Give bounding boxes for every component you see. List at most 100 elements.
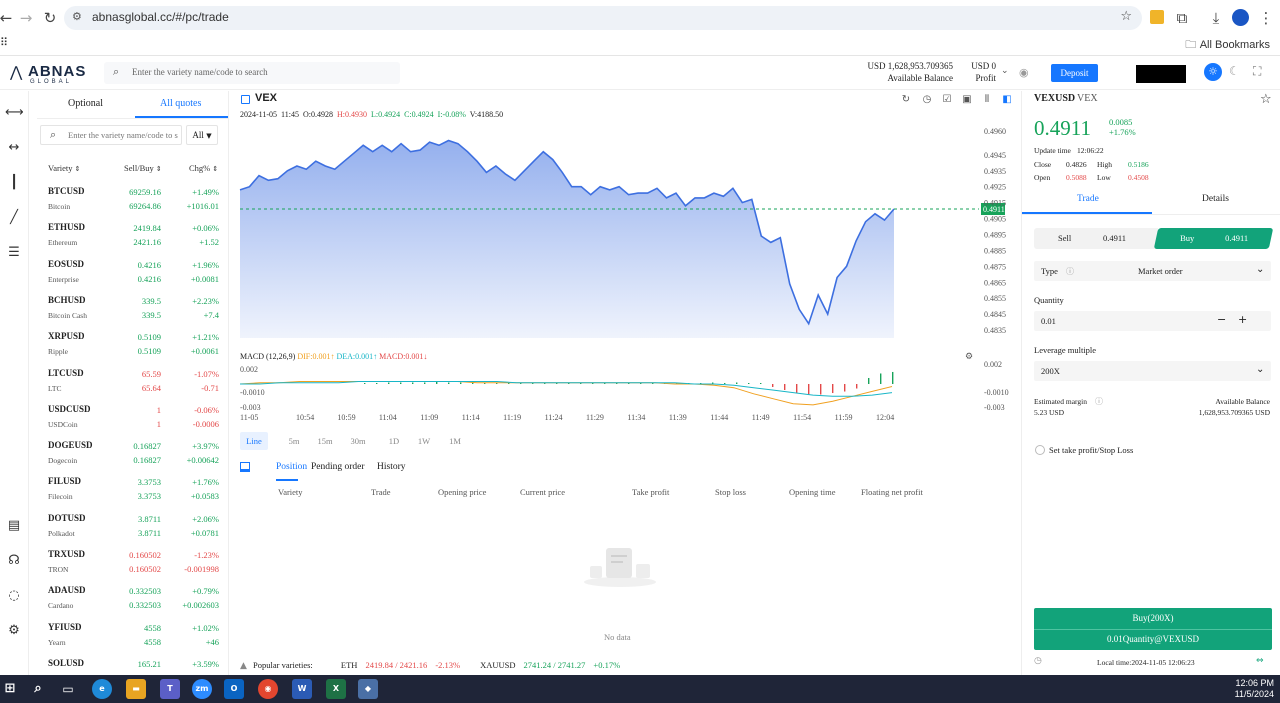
extension-icon[interactable]: [1150, 10, 1164, 24]
quote-filter-select[interactable]: All ▼: [186, 125, 218, 145]
news-icon[interactable]: ▤: [5, 517, 23, 535]
leverage-select[interactable]: 200X ⌄: [1034, 361, 1271, 381]
reload-icon[interactable]: ↻: [40, 8, 60, 28]
interval-30m[interactable]: 30m: [344, 432, 372, 450]
interval-1m[interactable]: 1M: [441, 432, 469, 450]
quote-pct: +1.96%: [192, 259, 219, 270]
account-box[interactable]: [1136, 65, 1186, 83]
all-bookmarks[interactable]: 🗀 All Bookmarks: [1185, 36, 1270, 55]
interval-5m[interactable]: 5m: [280, 432, 308, 450]
price-chart[interactable]: 0.49110.49600.49450.49350.49250.49150.49…: [234, 91, 1021, 431]
interval-1d[interactable]: 1D: [380, 432, 408, 450]
quote-row[interactable]: YFIUSD Yearn 4558 4558 +1.02% +46: [37, 619, 228, 655]
file-explorer-icon[interactable]: ▬: [126, 679, 146, 699]
settings-icon[interactable]: ⚙: [5, 622, 23, 640]
quote-sell: 0.160502: [129, 550, 161, 560]
popular-item[interactable]: XAUUSD 2741.24 / 2741.27 +0.17%: [480, 660, 620, 670]
site-info-icon[interactable]: ⚙: [72, 10, 82, 23]
tab-trade[interactable]: Trade: [1077, 194, 1099, 204]
apps-icon[interactable]: ⠿: [0, 36, 8, 49]
buy-toggle-button[interactable]: Buy 0.4911: [1153, 228, 1274, 249]
back-icon[interactable]: ←: [0, 8, 16, 28]
quote-name: Dogecoin: [48, 456, 78, 466]
quote-search-input[interactable]: ⌕ Enter the variety name/code to s: [40, 125, 182, 145]
quote-row[interactable]: XRPUSD Ripple 0.5109 0.5109 +1.21% +0.0061: [37, 328, 228, 364]
logo[interactable]: ⋀ ABNAS GLOBAL: [10, 63, 86, 85]
tpsl-checkbox[interactable]: [1035, 445, 1045, 455]
header-search-input[interactable]: ⌕ Enter the variety name/code to search: [104, 62, 400, 84]
popular-item[interactable]: ETH 2419.84 / 2421.16 -2.13%: [341, 660, 460, 670]
plus-icon[interactable]: +: [1238, 313, 1247, 326]
quote-row[interactable]: BTCUSD Bitcoin 69259.16 69264.86 +1.49% +1016…: [37, 183, 228, 219]
fullscreen-icon[interactable]: ⛶: [1253, 64, 1261, 79]
excel-icon[interactable]: X: [326, 679, 346, 699]
profile-avatar[interactable]: [1232, 9, 1249, 26]
col-chg[interactable]: Chg% ⇕: [189, 163, 218, 173]
link-icon[interactable]: ⇔: [1256, 656, 1264, 666]
sun-icon[interactable]: ☼: [1204, 63, 1222, 81]
quote-row[interactable]: USDCUSD USDCoin 1 1 -0.06% -0.0006: [37, 401, 228, 437]
horizontal-line-tool-icon[interactable]: ⟷: [5, 104, 24, 122]
quote-row[interactable]: DOTUSD Polkadot 3.8711 3.8711 +2.06% +0.0781: [37, 510, 228, 546]
chevron-down-icon[interactable]: ⌄: [1001, 66, 1009, 76]
tab-details[interactable]: Details: [1202, 194, 1229, 204]
quote-row[interactable]: FILUSD Filecoin 3.3753 3.3753 +1.76% +0.0583: [37, 473, 228, 509]
ray-tool-icon[interactable]: ↔: [5, 139, 23, 157]
quote-sell: 0.4216: [137, 259, 161, 270]
minus-icon[interactable]: −: [1217, 313, 1226, 326]
eye-icon[interactable]: ◉: [1019, 66, 1029, 79]
quote-row[interactable]: ETHUSD Ethereum 2419.84 2421.16 +0.06% +1.52: [37, 219, 228, 255]
moon-icon[interactable]: ☾: [1229, 64, 1240, 78]
tab-all-quotes[interactable]: All quotes: [160, 98, 201, 109]
address-bar[interactable]: ⚙ abnasglobal.cc/#/pc/trade ☆: [64, 6, 1142, 30]
tab-optional[interactable]: Optional: [68, 98, 103, 109]
position-tab[interactable]: Pending order: [311, 462, 365, 472]
headset-icon[interactable]: ☊: [5, 552, 23, 570]
menu-icon[interactable]: ⋮: [1256, 8, 1276, 28]
windows-start-icon[interactable]: ⊞: [0, 679, 20, 699]
quote-row[interactable]: DOGEUSD Dogecoin 0.16827 0.16827 +3.97% +0.00…: [37, 437, 228, 473]
app-icon[interactable]: ◆: [358, 679, 378, 699]
macd-settings-icon[interactable]: ⚙: [965, 352, 973, 362]
col-variety[interactable]: Variety ⇕: [48, 163, 81, 173]
quote-row[interactable]: SOLUSD 165.21 +3.59%: [37, 655, 228, 675]
edge-icon[interactable]: e: [92, 679, 112, 699]
interval-15m[interactable]: 15m: [311, 432, 339, 450]
deposit-button[interactable]: Deposit: [1051, 64, 1098, 82]
interval-1w[interactable]: 1W: [410, 432, 438, 450]
macd-bar: [424, 382, 426, 384]
download-icon[interactable]: ⤓: [1206, 8, 1226, 28]
search-icon[interactable]: ⌕: [28, 679, 48, 699]
col-sell-buy[interactable]: Sell/Buy ⇕: [124, 163, 162, 173]
chat-icon[interactable]: ◌: [5, 587, 23, 605]
outlook-icon[interactable]: O: [224, 679, 244, 699]
price-area: [240, 140, 894, 338]
forward-icon[interactable]: →: [16, 8, 36, 28]
interval-line[interactable]: Line: [240, 432, 268, 450]
chrome-icon[interactable]: ◉: [258, 679, 278, 699]
task-view-icon[interactable]: ▭: [58, 679, 78, 699]
word-icon[interactable]: W: [292, 679, 312, 699]
vertical-line-tool-icon[interactable]: ┃: [5, 174, 23, 192]
browser-toolbar: ← → ↻ ⚙ abnasglobal.cc/#/pc/trade ☆ ⧉ ⤓ …: [0, 0, 1280, 56]
position-tab[interactable]: History: [377, 462, 406, 472]
buy-submit-button[interactable]: Buy(200X) 0.01Quantity@VEXUSD: [1034, 608, 1272, 650]
macd-y-tick: 0.002: [240, 365, 258, 374]
quote-row[interactable]: TRXUSD TRON 0.160502 0.160502 -1.23% -0.00199…: [37, 546, 228, 582]
quantity-stepper[interactable]: 0.01 − +: [1034, 311, 1271, 331]
quote-row[interactable]: LTCUSD LTC 65.59 65.64 -1.07% -0.71: [37, 365, 228, 401]
teams-icon[interactable]: T: [160, 679, 180, 699]
parallel-lines-tool-icon[interactable]: ☰: [5, 244, 23, 262]
order-type-select[interactable]: Type ⓘ Market order ⌄: [1034, 261, 1271, 281]
x-tick-label: 11:34: [627, 413, 645, 422]
position-tab[interactable]: Position: [276, 462, 307, 472]
extensions-icon[interactable]: ⧉: [1172, 8, 1192, 28]
quote-row[interactable]: EOSUSD Enterprise 0.4216 0.4216 +1.96% +0.008…: [37, 256, 228, 292]
zoom-icon[interactable]: zm: [192, 679, 212, 699]
sell-button[interactable]: Sell 0.4911: [1034, 228, 1158, 249]
quote-row[interactable]: BCHUSD Bitcoin Cash 339.5 339.5 +2.23% +7.4: [37, 292, 228, 328]
favorite-star-icon[interactable]: ☆: [1260, 92, 1272, 107]
trend-line-tool-icon[interactable]: ╱: [5, 209, 23, 227]
quote-row[interactable]: ADAUSD Cardano 0.332503 0.332503 +0.79% +0.00…: [37, 582, 228, 618]
bookmark-star-icon[interactable]: ☆: [1120, 9, 1132, 24]
